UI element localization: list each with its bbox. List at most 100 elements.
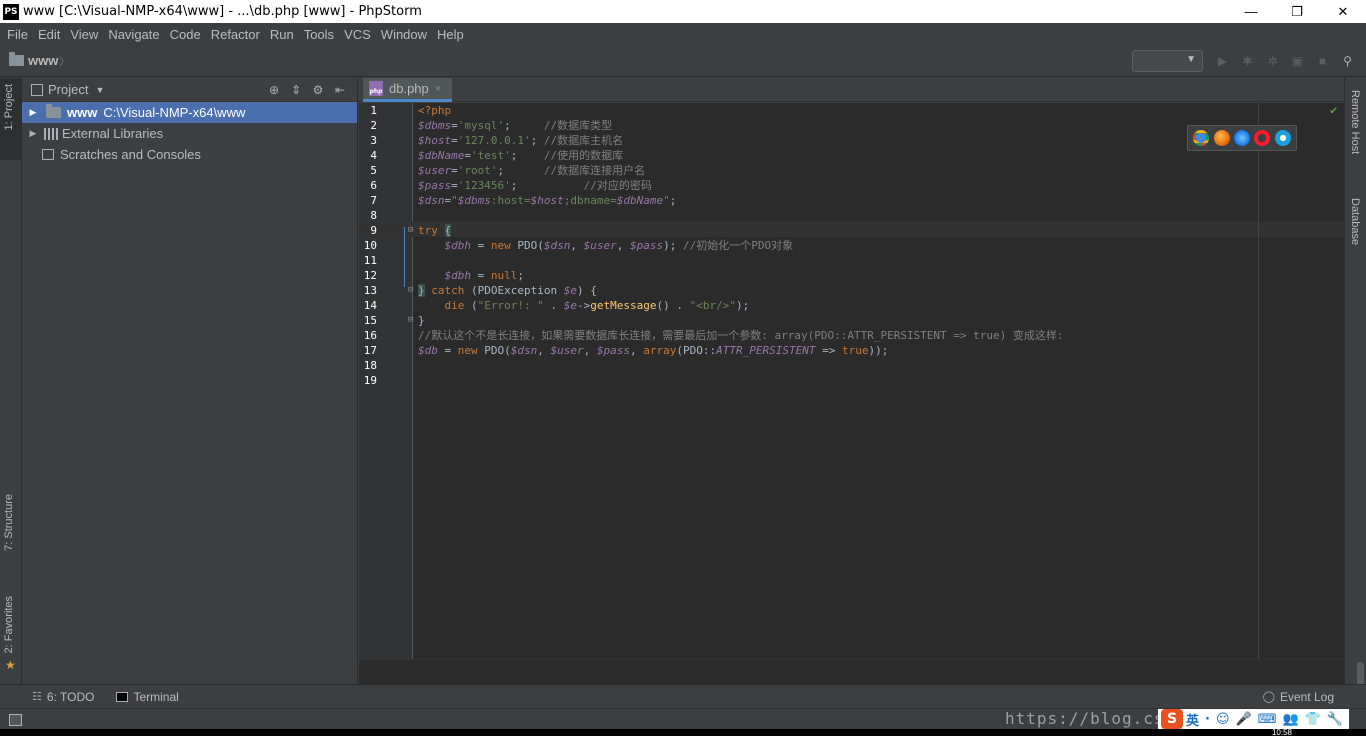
ime-keyboard-icon[interactable]: ⌨ (1258, 712, 1277, 727)
menu-view[interactable]: View (65, 27, 103, 42)
tree-item-external-libraries[interactable]: ▶ External Libraries (22, 123, 357, 144)
firefox-icon[interactable] (1213, 130, 1230, 146)
menu-run[interactable]: Run (265, 27, 299, 42)
minimize-button[interactable]: — (1228, 0, 1274, 23)
hide-panel-icon[interactable]: ⇤ (329, 82, 351, 98)
code-line[interactable]: 13} catch (PDOException $e) { (359, 283, 1344, 298)
line-number: 15 (363, 314, 377, 327)
code-line[interactable]: 12 $dbh = null; (359, 268, 1344, 283)
menu-file[interactable]: File (2, 27, 33, 42)
code-line[interactable]: 18 (359, 358, 1344, 373)
code-line[interactable]: 11 (359, 253, 1344, 268)
tool-tab-todo[interactable]: ☷ 6: TODO (32, 690, 94, 704)
search-icon[interactable]: ⚲ (1335, 52, 1360, 70)
toggle-tool-windows-icon[interactable] (9, 714, 22, 726)
breadcrumb-www[interactable]: www 〉 (9, 52, 69, 68)
ime-mode-english[interactable]: 英 (1186, 710, 1199, 729)
close-window-button[interactable]: ✕ (1320, 0, 1366, 23)
sogou-logo-icon[interactable]: S (1161, 709, 1183, 729)
code-line[interactable]: 19 (359, 373, 1344, 388)
tool-tab-remote-host[interactable]: Remote Host (1349, 90, 1361, 154)
collapse-all-icon[interactable]: ⇕ (285, 82, 307, 98)
menu-help[interactable]: Help (432, 27, 469, 42)
opera-icon[interactable] (1254, 130, 1271, 146)
code-text[interactable]: try { (418, 223, 452, 238)
code-text[interactable]: $dbh = new PDO($dsn, $user, $pass); //初始… (418, 238, 794, 253)
tool-tab-database[interactable]: Database (1349, 198, 1361, 245)
tool-tab-project[interactable]: 1: Project (3, 84, 15, 130)
ime-emoji-icon[interactable]: ☺ (1216, 712, 1230, 727)
tool-tab-event-log[interactable]: ◯ Event Log (1263, 690, 1334, 704)
safari-icon[interactable] (1233, 130, 1250, 146)
menu-tools[interactable]: Tools (299, 27, 339, 42)
menu-window[interactable]: Window (376, 27, 432, 42)
library-icon (44, 127, 58, 140)
ie-icon[interactable] (1274, 130, 1291, 146)
code-line[interactable]: 1 <?php (359, 103, 1344, 118)
code-line[interactable]: 15} (359, 313, 1344, 328)
close-icon[interactable]: × (435, 83, 441, 95)
code-text[interactable]: } (418, 313, 425, 328)
code-text[interactable]: $host='127.0.0.1'; //数据库主机名 (418, 133, 623, 148)
code-text[interactable]: die ("Error!: " . $e->getMessage() . "<b… (418, 298, 750, 313)
line-number: 8 (370, 209, 377, 222)
code-line[interactable]: 17 $db = new PDO($dsn, $user, $pass, arra… (359, 343, 1344, 358)
menu-edit[interactable]: Edit (33, 27, 65, 42)
code-line[interactable]: 6 $pass='123456'; //对应的密码 (359, 178, 1344, 193)
debug-icon[interactable]: ✱ (1235, 52, 1260, 70)
locate-file-icon[interactable]: ⊕ (263, 82, 285, 98)
coverage-icon[interactable]: ✲ (1260, 52, 1285, 70)
profile-icon[interactable]: ▣ (1285, 52, 1310, 70)
line-number: 10 (363, 239, 377, 252)
code-line[interactable]: 7 $dsn="$dbms:host=$host;dbname=$dbName"; (359, 193, 1344, 208)
code-line[interactable]: 5 $user='root'; //数据库连接用户名 (359, 163, 1344, 178)
menu-vcs[interactable]: VCS (339, 27, 376, 42)
code-text[interactable]: <?php (418, 103, 451, 118)
maximize-button[interactable]: ❐ (1274, 0, 1320, 23)
code-text[interactable]: $user='root'; //数据库连接用户名 (418, 163, 645, 178)
fold-marker-icon[interactable]: ⊟ (408, 315, 413, 325)
code-text[interactable]: //默认这个不是长连接，如果需要数据库长连接，需要最后加一个参数: array(… (418, 328, 1064, 343)
ime-voice-icon[interactable]: 🎤 (1236, 712, 1252, 727)
expand-arrow-icon[interactable]: ▶ (26, 107, 40, 118)
expand-arrow-icon[interactable]: ▶ (26, 128, 40, 139)
code-line[interactable]: 9 try { (359, 223, 1344, 238)
code-editor[interactable]: 1 <?php 2 $dbms='mysql'; //数据库类型 3 $host='127… (359, 103, 1344, 659)
run-icon[interactable]: ▶ (1210, 52, 1235, 70)
ime-skin-icon[interactable]: 👕 (1305, 712, 1321, 727)
bottom-tool-bar: ☷ 6: TODO Terminal ◯ Event Log (0, 684, 1366, 708)
ime-settings-icon[interactable]: 🔧 (1327, 712, 1343, 727)
code-line[interactable]: 16 //默认这个不是长连接，如果需要数据库长连接，需要最后加一个参数: arra… (359, 328, 1344, 343)
stop-icon[interactable]: ■ (1310, 52, 1335, 70)
tree-item-label: Scratches and Consoles (60, 147, 201, 162)
tool-tab-structure[interactable]: 7: Structure (3, 494, 15, 551)
inspection-ok-icon[interactable]: ✔ (1330, 103, 1337, 117)
menu-refactor[interactable]: Refactor (206, 27, 265, 42)
menu-navigate[interactable]: Navigate (103, 27, 164, 42)
code-line[interactable]: 10 $dbh = new PDO($dsn, $user, $pass); /… (359, 238, 1344, 253)
code-text[interactable]: } catch (PDOException $e) { (418, 283, 597, 298)
tab-db-php[interactable]: php db.php × (363, 78, 452, 102)
menu-code[interactable]: Code (165, 27, 206, 42)
code-text[interactable]: $dbName='test'; //使用的数据库 (418, 148, 623, 163)
tree-item-scratches[interactable]: Scratches and Consoles (22, 144, 357, 165)
tool-tab-terminal[interactable]: Terminal (116, 690, 179, 704)
code-line[interactable]: 14 die ("Error!: " . $e->getMessage() . … (359, 298, 1344, 313)
code-text[interactable]: $dbms='mysql'; //数据库类型 (418, 118, 612, 133)
ime-punctuation-icon[interactable]: · (1205, 712, 1210, 727)
fold-marker-icon[interactable]: ⊟ (408, 225, 413, 235)
chevron-down-icon[interactable]: ▼ (95, 85, 104, 95)
chrome-icon[interactable] (1193, 130, 1210, 146)
tree-item-www[interactable]: ▶ www C:\Visual-NMP-x64\www (22, 102, 357, 123)
code-line[interactable]: 8 (359, 208, 1344, 223)
ime-user-icon[interactable]: 👥 (1282, 712, 1298, 727)
code-text[interactable]: $dsn="$dbms:host=$host;dbname=$dbName"; (418, 193, 676, 208)
project-view-selector[interactable]: Project (48, 82, 88, 97)
tool-tab-favorites[interactable]: 2: Favorites (3, 596, 15, 653)
gear-icon[interactable]: ⚙ (307, 82, 329, 98)
fold-marker-icon[interactable]: ⊟ (408, 285, 413, 295)
code-text[interactable]: $dbh = null; (418, 268, 525, 283)
code-text[interactable]: $pass='123456'; //对应的密码 (418, 178, 652, 193)
run-configuration-select[interactable]: ▼ (1132, 50, 1203, 72)
code-text[interactable]: $db = new PDO($dsn, $user, $pass, array(… (418, 343, 888, 358)
